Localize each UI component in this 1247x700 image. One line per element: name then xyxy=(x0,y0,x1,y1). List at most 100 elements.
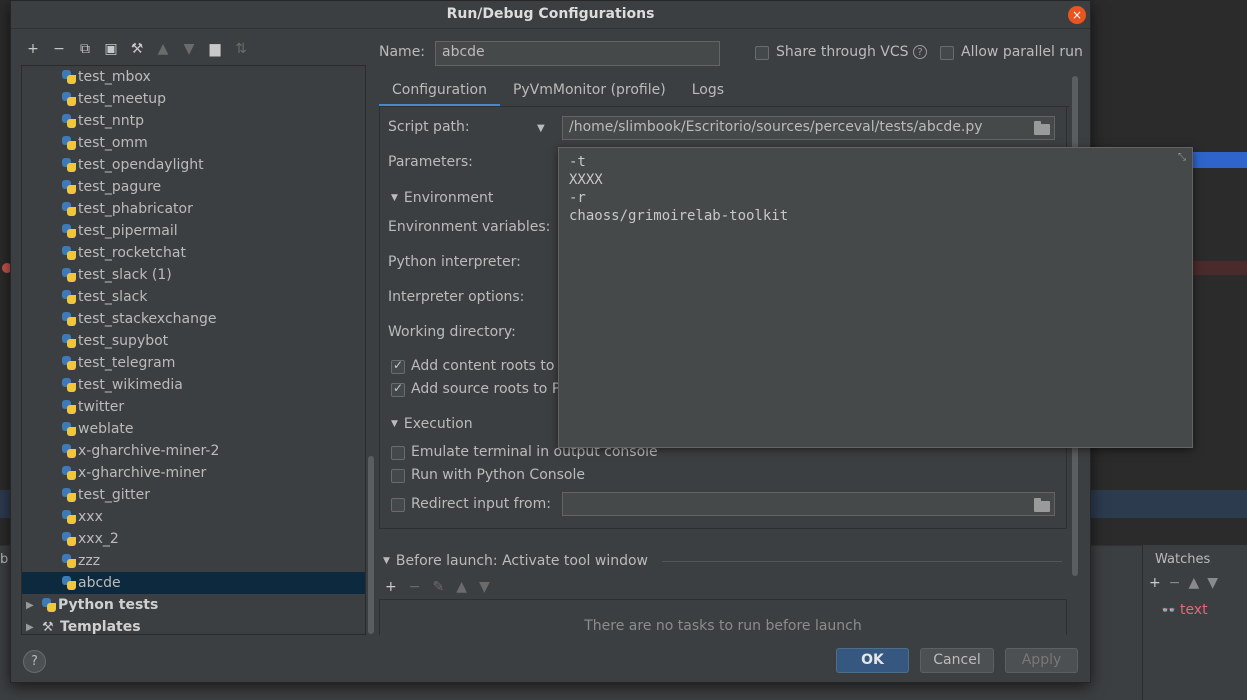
move-up-icon[interactable]: ▲ xyxy=(155,41,171,57)
python-icon xyxy=(62,466,76,480)
tree-item[interactable]: test_opendaylight xyxy=(22,154,365,176)
environment-section[interactable]: ▼ Environment xyxy=(391,190,493,206)
tree-item[interactable]: test_stackexchange xyxy=(22,308,365,330)
run-python-console-label: Run with Python Console xyxy=(411,467,586,483)
tree-item[interactable]: test_slack xyxy=(22,286,365,308)
parameter-line: -t xyxy=(569,154,586,170)
tree-group-label: Templates xyxy=(60,619,141,635)
ok-button[interactable]: OK xyxy=(836,648,909,673)
redirect-input-checkbox[interactable] xyxy=(391,498,405,512)
tree-item[interactable]: x-gharchive-miner xyxy=(22,462,365,484)
tab-configuration[interactable]: Configuration xyxy=(379,76,500,107)
execution-section[interactable]: ▼ Execution xyxy=(391,416,473,432)
tab-pyvmmonitor[interactable]: PyVmMonitor (profile) xyxy=(500,76,679,107)
move-down-watch-icon[interactable]: ▼ xyxy=(1207,575,1218,591)
script-path-label: Script path: xyxy=(388,119,470,135)
glasses-icon: 👓 xyxy=(1161,603,1176,617)
execution-section-title: Execution xyxy=(403,416,473,432)
python-icon xyxy=(62,312,76,326)
emulate-terminal-checkbox[interactable] xyxy=(391,446,405,460)
tree-item-label: test_gitter xyxy=(78,487,151,503)
python-icon xyxy=(62,378,76,392)
redirect-input-label: Redirect input from: xyxy=(411,496,551,512)
tree-scrollbar[interactable] xyxy=(368,456,374,634)
edit-task-icon[interactable]: ✎ xyxy=(432,579,444,595)
expand-icon[interactable]: ▶ xyxy=(26,600,36,611)
folder-icon[interactable]: ▆ xyxy=(207,41,223,57)
minus-icon[interactable]: − xyxy=(51,41,67,57)
parallel-run-checkbox[interactable] xyxy=(940,46,954,60)
tree-item[interactable]: zzz xyxy=(22,550,365,572)
save-icon[interactable]: ▣ xyxy=(103,41,119,57)
python-icon xyxy=(62,554,76,568)
tree-item[interactable]: xxx xyxy=(22,506,365,528)
script-path-input[interactable]: /home/slimbook/Escritorio/sources/percev… xyxy=(562,116,1055,140)
tree-item[interactable]: test_wikimedia xyxy=(22,374,365,396)
tree-group[interactable]: ▶ Python tests xyxy=(22,594,365,616)
tree-item[interactable]: weblate xyxy=(22,418,365,440)
wrench-icon[interactable]: ⚒ xyxy=(129,41,145,57)
help-icon[interactable]: ? xyxy=(913,45,927,59)
tree-item[interactable]: test_phabricator xyxy=(22,198,365,220)
tree-item[interactable]: test_meetup xyxy=(22,88,365,110)
expand-icon[interactable]: ▶ xyxy=(26,622,36,633)
add-task-icon[interactable]: + xyxy=(385,579,397,595)
plus-icon[interactable]: + xyxy=(25,41,41,57)
close-button[interactable]: × xyxy=(1068,6,1086,24)
tree-item[interactable]: twitter xyxy=(22,396,365,418)
tree-item[interactable]: xxx_2 xyxy=(22,528,365,550)
apply-button[interactable]: Apply xyxy=(1005,648,1078,673)
tree-item-label: weblate xyxy=(78,421,134,437)
tree-item[interactable]: test_mbox xyxy=(22,66,365,88)
tree-item-label: test_supybot xyxy=(78,333,169,349)
add-watch-icon[interactable]: + xyxy=(1149,575,1161,591)
tree-item[interactable]: test_supybot xyxy=(22,330,365,352)
python-icon xyxy=(62,114,76,128)
sort-icon[interactable]: ⇅ xyxy=(233,41,249,57)
tree-item[interactable]: x-gharchive-miner-2 xyxy=(22,440,365,462)
watch-item[interactable]: 👓 text xyxy=(1161,602,1208,618)
add-source-roots-checkbox[interactable] xyxy=(391,381,405,397)
tree-item[interactable]: test_omm xyxy=(22,132,365,154)
parameter-line: chaoss/grimoirelab-toolkit xyxy=(569,208,789,224)
tree-item-label: twitter xyxy=(78,399,125,415)
before-launch-section[interactable]: ▼ Before launch: Activate tool window xyxy=(383,553,1062,569)
move-down-icon[interactable]: ▼ xyxy=(181,41,197,57)
tree-item[interactable]: test_pipermail xyxy=(22,220,365,242)
browse-folder-icon[interactable] xyxy=(1034,121,1050,135)
copy-icon[interactable]: ⧉ xyxy=(77,41,93,57)
tree-item-label: test_telegram xyxy=(78,355,176,371)
share-vcs-checkbox[interactable] xyxy=(755,46,769,60)
add-content-roots-checkbox[interactable] xyxy=(391,358,405,374)
cancel-button[interactable]: Cancel xyxy=(920,648,994,673)
tree-item[interactable]: test_slack (1) xyxy=(22,264,365,286)
tree-item[interactable]: abcde xyxy=(22,572,365,594)
redirect-input-field[interactable] xyxy=(562,492,1055,516)
add-content-roots-label: Add content roots to xyxy=(411,358,555,374)
move-down-task-icon[interactable]: ▼ xyxy=(479,579,490,595)
remove-watch-icon[interactable]: − xyxy=(1169,575,1181,591)
script-type-dropdown-icon[interactable]: ▼ xyxy=(537,123,545,134)
tree-item[interactable]: test_gitter xyxy=(22,484,365,506)
browse-folder-icon[interactable] xyxy=(1034,498,1050,512)
help-button[interactable]: ? xyxy=(23,650,46,673)
python-tests-icon xyxy=(42,598,56,612)
collapse-editor-icon[interactable]: ⤡ xyxy=(1178,152,1186,163)
tab-logs[interactable]: Logs xyxy=(679,76,737,107)
tree-item[interactable]: test_rocketchat xyxy=(22,242,365,264)
tree-item[interactable]: test_nntp xyxy=(22,110,365,132)
move-up-watch-icon[interactable]: ▲ xyxy=(1188,575,1199,591)
tree-item-label: test_opendaylight xyxy=(78,157,204,173)
before-launch-toolbar: + − ✎ ▲ ▼ xyxy=(385,579,490,595)
interpreter-options-label: Interpreter options: xyxy=(388,289,525,305)
name-input[interactable]: abcde xyxy=(435,41,720,66)
tree-group[interactable]: ▶ ⚒ Templates xyxy=(22,616,365,635)
move-up-task-icon[interactable]: ▲ xyxy=(456,579,467,595)
python-icon xyxy=(62,444,76,458)
tree-item-label: test_omm xyxy=(78,135,148,151)
tree-item[interactable]: test_pagure xyxy=(22,176,365,198)
remove-task-icon[interactable]: − xyxy=(409,579,421,595)
run-python-console-checkbox[interactable] xyxy=(391,469,405,483)
tree-item[interactable]: test_telegram xyxy=(22,352,365,374)
parameters-expanded-editor[interactable]: ⤡ -t XXXX -r chaoss/grimoirelab-toolkit xyxy=(558,147,1193,448)
